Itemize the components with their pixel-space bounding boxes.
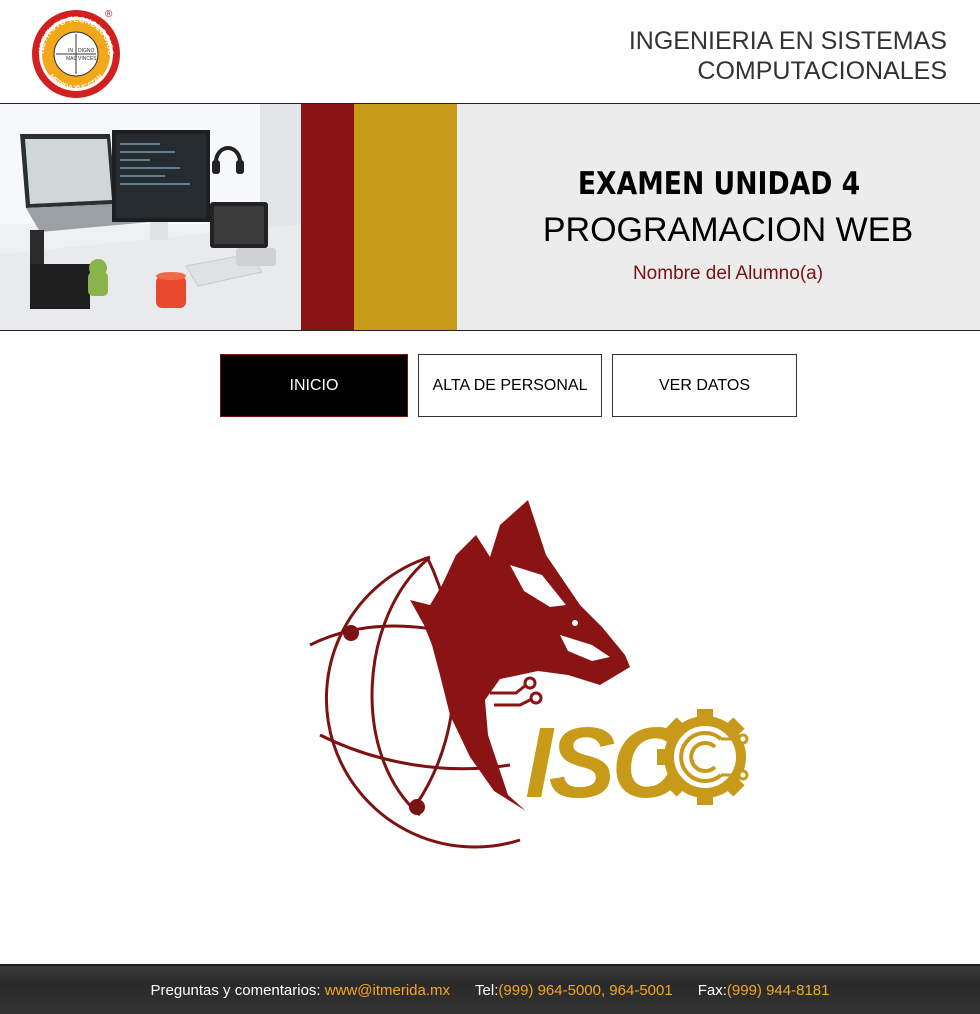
footer-tel-label: Tel: — [475, 981, 499, 999]
footer-fax-label: Fax: — [697, 981, 727, 999]
banner-stripe-red — [301, 104, 354, 330]
footer-fax-value: (999) 944-8181 — [726, 981, 830, 999]
isc-wolf-logo: ISC — [309, 500, 749, 849]
workspace-photo — [0, 104, 301, 330]
svg-text:IN: IN — [68, 48, 73, 54]
banner-stripe-gold — [354, 104, 457, 330]
nav-alta-personal-button[interactable]: ALTA DE PERSONAL — [418, 354, 602, 417]
career-title-line2: COMPUTACIONALES — [697, 57, 947, 85]
banner-divider — [0, 330, 980, 331]
svg-text:MAC: MAC — [66, 56, 78, 62]
page-footer: Preguntas y comentarios: www@itmerida.mx… — [0, 964, 980, 1014]
top-header: IN DIGNO MAC VINCES INSTITUTO TECNOLOGIC… — [0, 0, 980, 103]
footer-comments-label: Preguntas y comentarios: — [150, 981, 325, 999]
nav-inicio-button[interactable]: INICIO — [220, 354, 408, 417]
career-title: INGENIERIA EN SISTEMAS COMPUTACIONALES — [527, 26, 947, 86]
career-title-line1: INGENIERIA EN SISTEMAS — [628, 27, 947, 55]
institute-seal-logo: IN DIGNO MAC VINCES INSTITUTO TECNOLOGIC… — [30, 8, 120, 98]
svg-text:VINCES: VINCES — [78, 56, 97, 62]
registered-mark: ® — [105, 9, 113, 20]
footer-tel-value: (999) 964-5000, 964-5001 — [498, 981, 673, 999]
svg-text:DIGNO: DIGNO — [78, 48, 95, 54]
exam-title: EXAMEN UNIDAD 4 — [577, 166, 861, 202]
footer-email-link[interactable]: www@itmerida.mx — [325, 982, 450, 999]
student-name-label: Nombre del Alumno(a) — [632, 263, 824, 284]
nav-ver-datos-button[interactable]: VER DATOS — [612, 354, 797, 417]
hero-banner: EXAMEN UNIDAD 4 PROGRAMACION WEB Nombre … — [0, 104, 980, 330]
subject-title: PROGRAMACION WEB — [542, 211, 914, 249]
